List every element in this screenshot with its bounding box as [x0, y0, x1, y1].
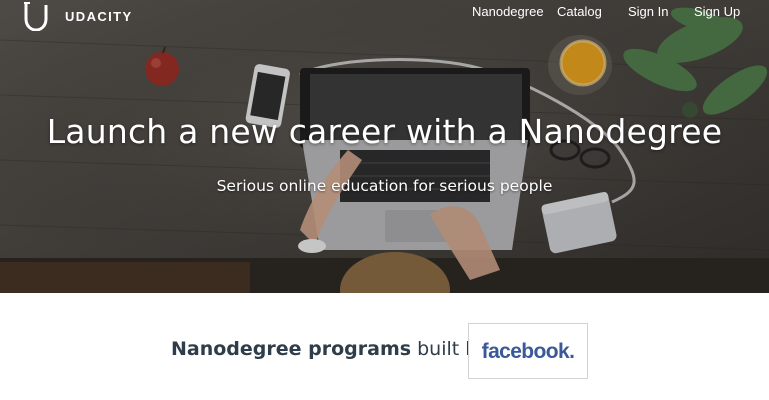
- facebook-logo-icon: facebook.: [482, 340, 575, 363]
- hero-section: UDACITY Nanodegree Catalog Sign In Sign …: [0, 0, 769, 293]
- facebook-logo-text: facebook.: [482, 340, 575, 363]
- hero-title: Launch a new career with a Nanodegree: [46, 112, 723, 151]
- nav-link-sign-in[interactable]: Sign In: [628, 4, 668, 19]
- partner-heading-strong: Nanodegree programs: [171, 338, 412, 360]
- facebook-partner-link[interactable]: facebook.: [468, 323, 588, 379]
- udacity-home-link[interactable]: UDACITY: [22, 1, 133, 31]
- brand-name: UDACITY: [65, 8, 133, 24]
- nav-link-nanodegree[interactable]: Nanodegree: [472, 4, 544, 19]
- nav-link-catalog[interactable]: Catalog: [557, 4, 602, 19]
- partner-section: Nanodegree programs built by facebook.: [0, 293, 769, 400]
- udacity-u-logo-icon: [24, 2, 48, 31]
- top-navbar: UDACITY Nanodegree Catalog Sign In Sign …: [0, 0, 769, 31]
- partner-heading: Nanodegree programs built by: [171, 338, 489, 360]
- nav-link-sign-up[interactable]: Sign Up: [694, 4, 740, 19]
- hero-subtitle: Serious online education for serious peo…: [216, 177, 553, 195]
